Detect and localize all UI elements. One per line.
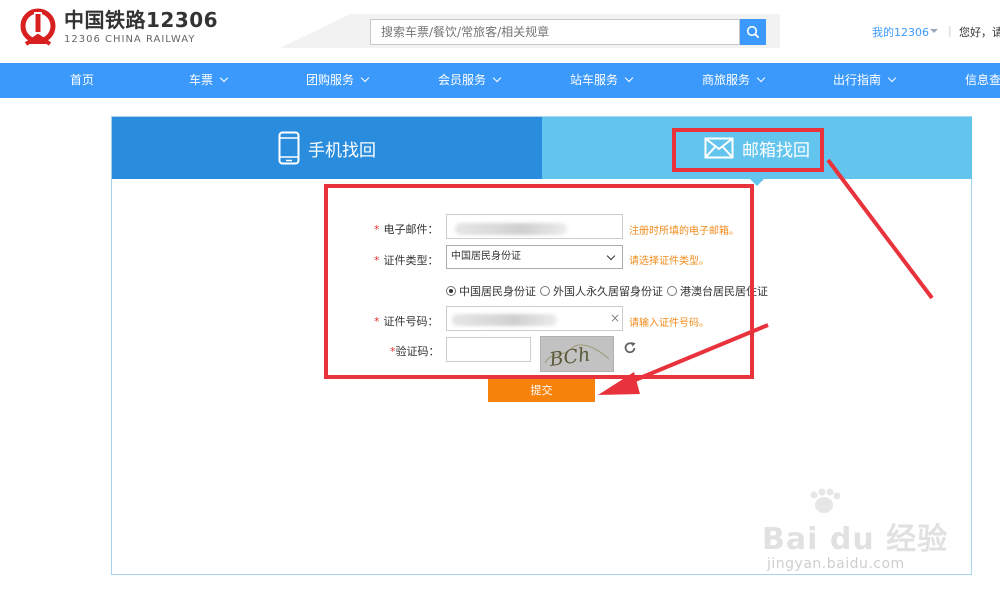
id-type-label: * 证件类型： bbox=[374, 252, 439, 268]
radio-button[interactable] bbox=[446, 286, 456, 296]
page: 中国铁路12306 12306 CHINA RAILWAY 我的12306 | … bbox=[0, 0, 1000, 601]
chevron-down-icon bbox=[756, 73, 766, 83]
id-type-radio-group: 中国居民身份证 外国人永久居留身份证 港澳台居民居住证 bbox=[446, 283, 772, 299]
search-button[interactable] bbox=[740, 19, 766, 45]
id-type-select[interactable]: 中国居民身份证 bbox=[446, 245, 623, 269]
email-label: * 电子邮件： bbox=[374, 221, 439, 237]
my12306-link[interactable]: 我的12306 bbox=[872, 24, 929, 40]
mobile-phone-icon bbox=[278, 131, 300, 165]
nav-item-station[interactable]: 站车服务 bbox=[570, 63, 634, 98]
railway-logo-icon bbox=[20, 8, 56, 46]
radio-option-foreigner-id[interactable]: 外国人永久居留身份证 bbox=[540, 283, 663, 299]
nav-label: 出行指南 bbox=[833, 73, 882, 87]
required-mark: * bbox=[374, 315, 380, 328]
header-separator: | bbox=[948, 24, 952, 37]
nav-label: 商旅服务 bbox=[702, 73, 751, 87]
captcha-input[interactable] bbox=[446, 337, 531, 362]
nav-item-group-buy[interactable]: 团购服务 bbox=[306, 63, 370, 98]
radio-option-cn-id[interactable]: 中国居民身份证 bbox=[446, 283, 536, 299]
radio-button[interactable] bbox=[667, 286, 677, 296]
nav-item-info[interactable]: 信息查 bbox=[965, 63, 1000, 98]
tab-label: 手机找回 bbox=[308, 140, 376, 161]
radio-button[interactable] bbox=[540, 286, 550, 296]
tab-email-recovery[interactable]: 邮箱找回 bbox=[542, 117, 972, 179]
captcha-label: *验证码： bbox=[390, 343, 440, 359]
logo-title: 中国铁路12306 bbox=[64, 8, 219, 32]
id-type-hint: 请选择证件类型。 bbox=[629, 256, 709, 267]
tab-label: 邮箱找回 bbox=[742, 140, 810, 161]
chevron-down-icon[interactable] bbox=[930, 29, 938, 33]
refresh-icon[interactable] bbox=[623, 341, 637, 355]
greeting-text: 您好，请 bbox=[959, 26, 1000, 39]
label-text: 证件类型： bbox=[383, 254, 439, 267]
radio-label: 港澳台居民居住证 bbox=[680, 285, 768, 298]
clear-icon[interactable]: × bbox=[610, 311, 620, 325]
active-tab-pointer bbox=[750, 179, 764, 186]
baidu-paw-icon bbox=[810, 488, 841, 513]
main-nav: 首页 车票 团购服务 会员服务 站车服务 商旅服务 出行指南 信息查 bbox=[0, 63, 1000, 98]
nav-label: 团购服务 bbox=[306, 73, 355, 87]
logo-subtitle: 12306 CHINA RAILWAY bbox=[64, 34, 196, 45]
email-hint: 注册时所填的电子邮箱。 bbox=[629, 226, 739, 237]
label-text: 电子邮件： bbox=[383, 223, 439, 236]
chevron-down-icon bbox=[360, 73, 370, 83]
chevron-down-icon bbox=[624, 73, 634, 83]
search-input[interactable] bbox=[370, 19, 740, 45]
captcha-image[interactable]: BCh bbox=[540, 336, 614, 372]
search-icon bbox=[746, 25, 760, 39]
required-mark: * bbox=[374, 223, 380, 236]
radio-label: 外国人永久居留身份证 bbox=[553, 285, 663, 298]
chevron-down-icon bbox=[492, 73, 502, 83]
nav-item-tickets[interactable]: 车票 bbox=[189, 63, 229, 98]
envelope-icon bbox=[704, 137, 734, 159]
radio-label: 中国居民身份证 bbox=[459, 285, 536, 298]
id-number-hint: 请输入证件号码。 bbox=[629, 318, 709, 329]
chevron-down-icon bbox=[606, 251, 616, 261]
nav-label: 会员服务 bbox=[438, 73, 487, 87]
label-text: 证件号码： bbox=[383, 315, 439, 328]
nav-item-business[interactable]: 商旅服务 bbox=[702, 63, 766, 98]
captcha-glyphs: BCh bbox=[544, 343, 610, 371]
redacted-id-number bbox=[452, 314, 557, 326]
required-mark: * bbox=[374, 254, 380, 267]
nav-label: 车票 bbox=[189, 73, 214, 87]
chevron-down-icon bbox=[887, 73, 897, 83]
nav-item-travel-guide[interactable]: 出行指南 bbox=[833, 63, 897, 98]
selected-value: 中国居民身份证 bbox=[451, 251, 521, 262]
nav-label: 信息查 bbox=[965, 73, 1000, 87]
nav-label: 首页 bbox=[70, 73, 95, 87]
watermark-brand: Bai du 经验 bbox=[762, 522, 949, 557]
header: 中国铁路12306 12306 CHINA RAILWAY 我的12306 | … bbox=[0, 0, 1000, 63]
nav-item-member[interactable]: 会员服务 bbox=[438, 63, 502, 98]
logo[interactable]: 中国铁路12306 12306 CHINA RAILWAY bbox=[18, 8, 218, 48]
nav-label: 站车服务 bbox=[570, 73, 619, 87]
chevron-down-icon bbox=[219, 73, 229, 83]
watermark-url: jingyan.baidu.com bbox=[767, 556, 905, 572]
id-number-label: * 证件号码： bbox=[374, 313, 439, 329]
nav-item-home[interactable]: 首页 bbox=[70, 63, 94, 98]
label-text: 验证码： bbox=[395, 345, 440, 358]
captcha-text: BCh bbox=[547, 343, 592, 371]
redacted-email bbox=[455, 223, 567, 235]
submit-button[interactable]: 提交 bbox=[488, 379, 595, 402]
radio-option-hkmo-tw-permit[interactable]: 港澳台居民居住证 bbox=[667, 283, 768, 299]
tab-phone-recovery[interactable]: 手机找回 bbox=[112, 117, 542, 179]
